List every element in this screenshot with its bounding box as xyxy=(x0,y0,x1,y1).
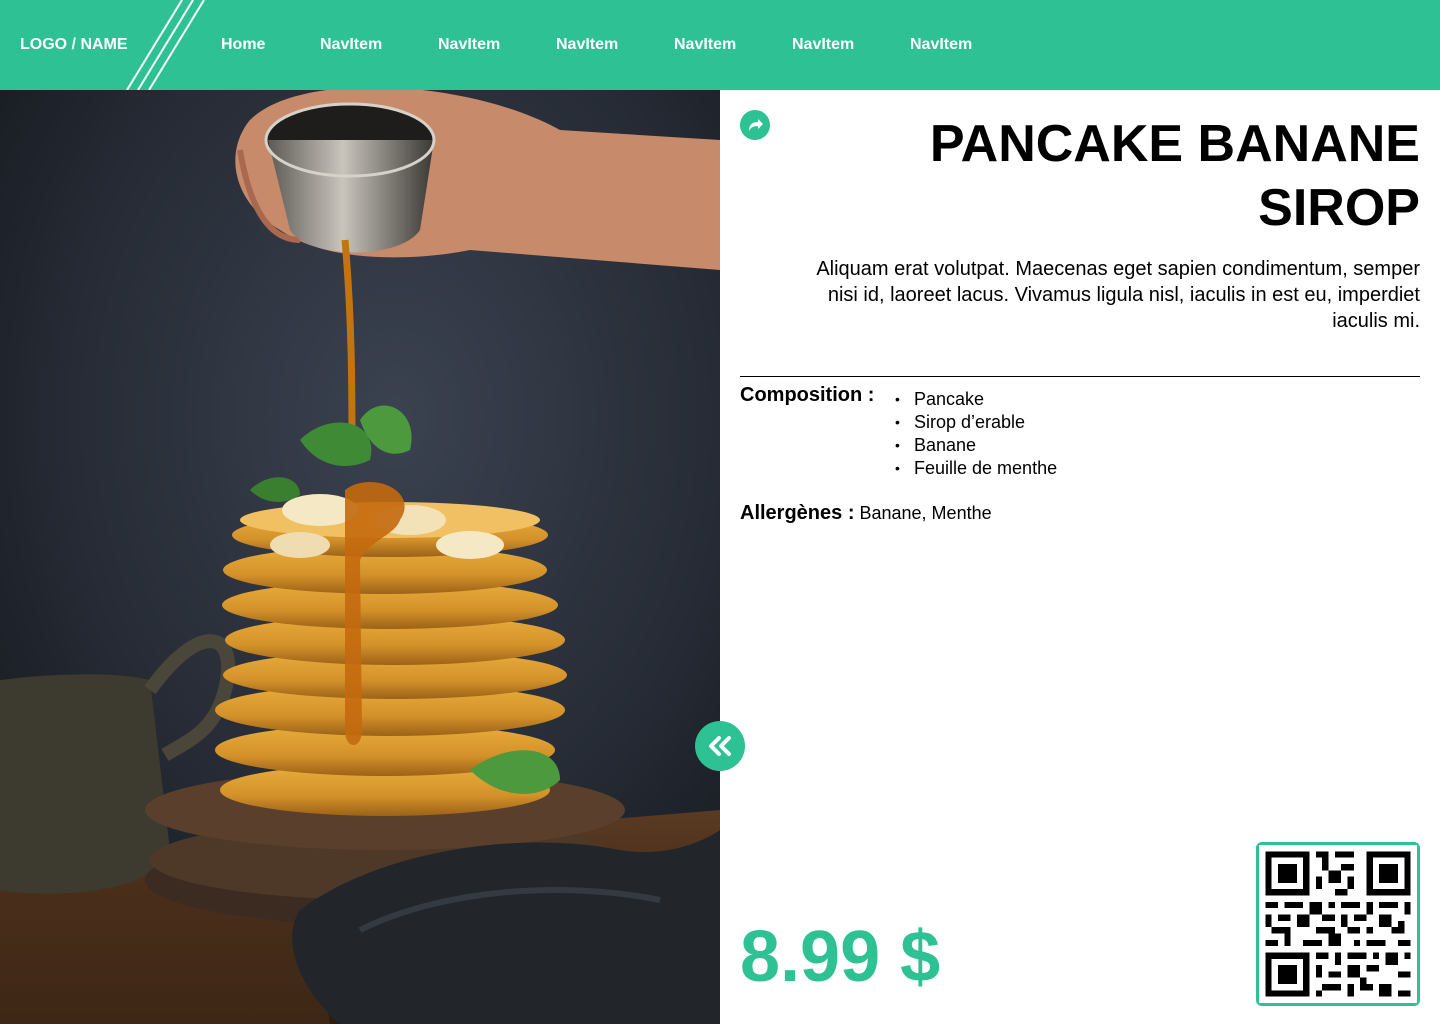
nav-item-2[interactable]: NavItem xyxy=(438,36,500,54)
share-button[interactable] xyxy=(740,110,770,140)
nav-item-1[interactable]: NavItem xyxy=(320,36,382,54)
composition-item: Sirop d’erable xyxy=(893,411,1057,434)
nav-item-home[interactable]: Home xyxy=(221,36,265,54)
section-divider xyxy=(740,376,1420,377)
top-navbar: LOGO / NAME Home NavItem NavItem NavItem… xyxy=(0,0,1440,90)
composition-item: Banane xyxy=(893,434,1057,457)
nav-item-5[interactable]: NavItem xyxy=(792,36,854,54)
nav-item-3[interactable]: NavItem xyxy=(556,36,618,54)
qr-code[interactable] xyxy=(1256,842,1420,1006)
nav-item-6[interactable]: NavItem xyxy=(910,36,972,54)
composition-item: Feuille de menthe xyxy=(893,457,1057,480)
collapse-button[interactable] xyxy=(695,721,745,771)
product-price: 8.99 $ xyxy=(740,917,941,997)
composition-item: Pancake xyxy=(893,388,1057,411)
double-chevron-left-icon xyxy=(709,736,731,756)
slash-decoration-icon xyxy=(126,0,205,90)
composition-label: Composition : xyxy=(740,384,875,406)
pancake-illustration xyxy=(0,90,720,1024)
product-description: Aliquam erat volutpat. Maecenas eget sap… xyxy=(816,258,1420,332)
logo-name[interactable]: LOGO / NAME xyxy=(20,36,128,54)
pancake-photo xyxy=(0,90,720,1024)
qr-code-icon xyxy=(1259,845,1417,1003)
allergens-row: Allergènes : Banane, Menthe xyxy=(740,502,992,525)
allergens-label: Allergènes : xyxy=(740,502,855,524)
share-icon xyxy=(749,119,763,131)
nav-item-4[interactable]: NavItem xyxy=(674,36,736,54)
product-title: PANCAKE BANANE SIROP xyxy=(929,115,1420,237)
composition-list: Pancake Sirop d’erable Banane Feuille de… xyxy=(893,388,1057,480)
allergens-value: Banane, Menthe xyxy=(859,503,992,523)
